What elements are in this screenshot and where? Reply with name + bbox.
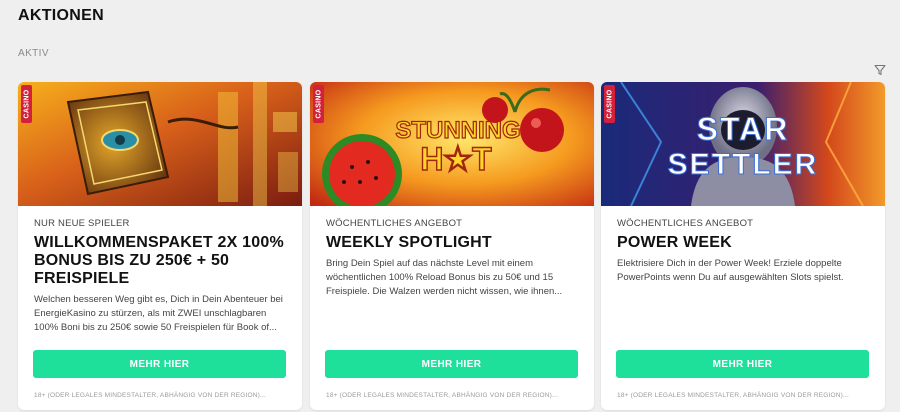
promo-banner-book-of-dead: CASINO xyxy=(18,82,302,206)
banner-logo-line2: SETTLER xyxy=(668,148,819,181)
promo-description: Welchen besseren Weg gibt es, Dich in De… xyxy=(34,294,283,333)
page-title: AKTIONEN xyxy=(18,7,104,24)
banner-logo-line1: STAR xyxy=(697,111,790,147)
promo-banner-star-settler: STAR SETTLER CASINO xyxy=(601,82,885,206)
promo-card-power-week[interactable]: STAR SETTLER CASINO WÖCHENTLICHES ANGEBO… xyxy=(601,82,885,410)
promo-eyebrow: WÖCHENTLICHES ANGEBOT xyxy=(326,218,463,229)
banner-logo-line1: STUNNING xyxy=(395,117,520,144)
more-here-button[interactable]: MEHR HIER xyxy=(325,350,578,378)
promo-eyebrow: WÖCHENTLICHES ANGEBOT xyxy=(617,218,754,229)
age-disclaimer: 18+ (ODER LEGALES MINDESTALTER, ABHÄNGIG… xyxy=(326,392,559,399)
promo-title: POWER WEEK xyxy=(617,234,732,251)
promo-card-welcome[interactable]: CASINO NUR NEUE SPIELER WILLKOMMENSPAKET… xyxy=(18,82,302,410)
promo-eyebrow: NUR NEUE SPIELER xyxy=(34,218,130,229)
section-label-active: AKTIV xyxy=(18,48,49,59)
banner-logo-line2: H★T xyxy=(420,141,492,177)
promo-title: WILLKOMMENSPAKET 2X 100% BONUS BIS ZU 25… xyxy=(34,234,284,287)
promo-title: WEEKLY SPOTLIGHT xyxy=(326,234,492,251)
more-here-button[interactable]: MEHR HIER xyxy=(33,350,286,378)
filter-icon[interactable] xyxy=(874,64,886,76)
more-here-button[interactable]: MEHR HIER xyxy=(616,350,869,378)
promo-description: Elektrisiere Dich in der Power Week! Erz… xyxy=(617,258,844,283)
casino-tag: CASINO xyxy=(604,85,615,123)
promo-banner-stunning-hot: STUNNING H★T CASINO xyxy=(310,82,594,206)
casino-tag: CASINO xyxy=(21,85,32,123)
age-disclaimer: 18+ (ODER LEGALES MINDESTALTER, ABHÄNGIG… xyxy=(34,392,267,399)
casino-tag: CASINO xyxy=(313,85,324,123)
promo-card-weekly-spotlight[interactable]: STUNNING H★T CASINO WÖCHENTLICHES ANGEBO… xyxy=(310,82,594,410)
age-disclaimer: 18+ (ODER LEGALES MINDESTALTER, ABHÄNGIG… xyxy=(617,392,850,399)
promo-description: Bring Dein Spiel auf das nächste Level m… xyxy=(326,258,563,297)
